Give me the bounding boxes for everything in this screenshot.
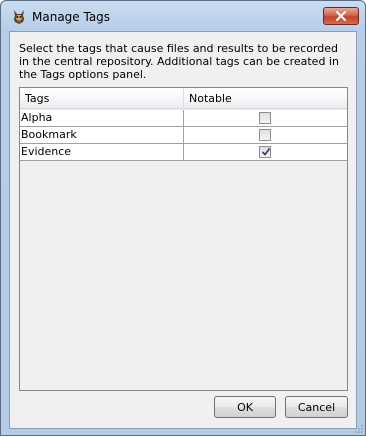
table-row[interactable]: Bookmark: [20, 127, 347, 144]
check-icon: [261, 148, 271, 156]
close-button[interactable]: [323, 7, 359, 25]
table-row[interactable]: Alpha: [20, 110, 347, 127]
table-row[interactable]: Evidence: [20, 144, 347, 161]
title-bar[interactable]: Manage Tags: [1, 1, 365, 31]
column-header-notable[interactable]: Notable: [184, 88, 347, 109]
tags-table[interactable]: Tags Notable Alpha Bookmark Evidence: [19, 87, 348, 391]
resize-grip-icon[interactable]: [354, 424, 364, 434]
notable-checkbox-bookmark[interactable]: [259, 129, 271, 141]
tag-name-cell: Evidence: [20, 144, 184, 160]
table-header: Tags Notable: [20, 88, 347, 109]
dialog-content: Select the tags that cause files and res…: [9, 31, 357, 429]
notable-cell: [184, 110, 347, 126]
tag-name-cell: Alpha: [20, 110, 184, 126]
description-text: Select the tags that cause files and res…: [19, 42, 339, 81]
notable-cell: [184, 144, 347, 160]
notable-checkbox-alpha[interactable]: [259, 112, 271, 124]
tag-name-cell: Bookmark: [20, 127, 184, 143]
autopsy-dog-icon: [11, 9, 27, 25]
notable-checkbox-evidence[interactable]: [259, 146, 271, 158]
close-icon: [336, 11, 346, 21]
window-title: Manage Tags: [32, 10, 111, 24]
notable-cell: [184, 127, 347, 143]
column-header-tags[interactable]: Tags: [20, 88, 184, 109]
manage-tags-dialog: Manage Tags Select the tags that cause f…: [0, 0, 366, 436]
cancel-button[interactable]: Cancel: [285, 396, 348, 418]
ok-button[interactable]: OK: [214, 396, 276, 418]
